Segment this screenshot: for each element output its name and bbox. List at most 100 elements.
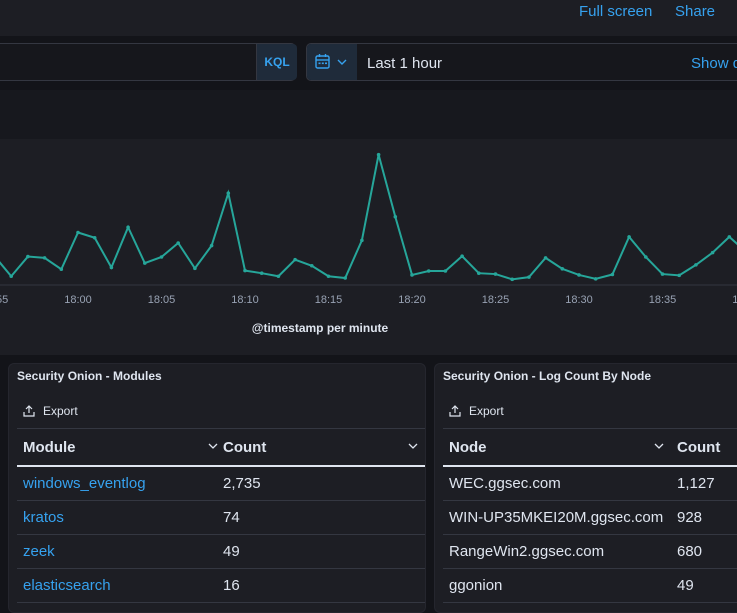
panel-title: Security Onion - Log Count By Node bbox=[443, 369, 651, 383]
x-axis-title: @timestamp per minute bbox=[251, 321, 389, 335]
export-button[interactable]: Export bbox=[23, 404, 78, 418]
export-label: Export bbox=[43, 404, 78, 418]
table-row: ggonion 49 bbox=[443, 568, 737, 603]
export-icon bbox=[449, 405, 461, 417]
data-point[interactable] bbox=[59, 267, 64, 272]
column-header-node[interactable]: Node bbox=[449, 439, 487, 456]
chevron-down-icon[interactable] bbox=[207, 440, 219, 452]
module-link[interactable]: windows_eventlog bbox=[23, 475, 146, 492]
export-icon bbox=[23, 405, 35, 417]
data-point[interactable] bbox=[677, 273, 681, 278]
data-point[interactable] bbox=[143, 261, 147, 265]
table-row: elasticsearch 16 bbox=[17, 568, 425, 603]
data-point[interactable] bbox=[460, 254, 464, 258]
full-screen-link[interactable]: Full screen bbox=[579, 3, 652, 20]
data-point[interactable] bbox=[710, 250, 715, 255]
module-link[interactable]: kratos bbox=[23, 509, 64, 526]
table-row: RangeWin2.ggsec.com 680 bbox=[443, 534, 737, 569]
count-cell: 74 bbox=[223, 509, 240, 526]
table-row: WIN-UP35MKEI20M.ggsec.com 928 bbox=[443, 500, 737, 535]
data-point[interactable] bbox=[159, 255, 164, 259]
series-line bbox=[0, 154, 737, 281]
data-point[interactable] bbox=[243, 268, 247, 273]
module-link[interactable]: elasticsearch bbox=[23, 577, 111, 594]
data-point[interactable] bbox=[276, 274, 281, 279]
data-point[interactable] bbox=[443, 269, 448, 273]
data-point[interactable] bbox=[193, 266, 197, 271]
count-cell: 2,735 bbox=[223, 475, 261, 492]
data-point[interactable] bbox=[660, 272, 665, 276]
data-point[interactable] bbox=[76, 230, 80, 235]
x-tick-label: 18:35 bbox=[649, 294, 677, 306]
data-point[interactable] bbox=[26, 254, 30, 259]
node-name-cell: RangeWin2.ggsec.com bbox=[449, 543, 605, 560]
data-point[interactable] bbox=[610, 272, 615, 277]
data-point[interactable] bbox=[176, 241, 180, 245]
data-point[interactable] bbox=[694, 263, 698, 267]
table-row: WEC.ggsec.com 1,127 bbox=[443, 466, 737, 501]
data-point[interactable] bbox=[360, 238, 364, 243]
data-point[interactable] bbox=[543, 256, 548, 260]
data-point[interactable] bbox=[410, 273, 414, 277]
date-quick-menu-button[interactable] bbox=[307, 44, 357, 80]
data-point[interactable] bbox=[493, 272, 498, 276]
kql-button[interactable]: KQL bbox=[256, 44, 297, 80]
table-header: Module Count bbox=[17, 428, 425, 467]
search-input[interactable] bbox=[0, 43, 296, 81]
data-point[interactable] bbox=[527, 275, 531, 279]
export-label: Export bbox=[469, 404, 504, 418]
data-point[interactable] bbox=[560, 267, 565, 271]
data-point[interactable] bbox=[343, 276, 348, 280]
data-point[interactable] bbox=[727, 235, 732, 239]
data-point[interactable] bbox=[209, 243, 214, 248]
export-button[interactable]: Export bbox=[449, 404, 504, 418]
data-point[interactable] bbox=[293, 257, 297, 262]
data-point[interactable] bbox=[326, 274, 331, 279]
column-header-module[interactable]: Module bbox=[23, 439, 76, 456]
show-dates-link[interactable]: Show dates bbox=[691, 55, 737, 72]
count-cell: 680 bbox=[677, 543, 703, 560]
calendar-icon bbox=[315, 54, 347, 69]
module-link[interactable]: zeek bbox=[23, 543, 55, 560]
data-point[interactable] bbox=[92, 235, 97, 240]
x-tick-label: 18:30 bbox=[565, 294, 593, 306]
chevron-down-icon[interactable] bbox=[407, 440, 419, 452]
column-header-count[interactable]: Count bbox=[677, 439, 720, 456]
x-tick-label: 18:25 bbox=[482, 294, 510, 306]
table-row: zeek 49 bbox=[17, 534, 425, 569]
data-point[interactable] bbox=[226, 191, 231, 195]
data-point[interactable] bbox=[593, 277, 598, 281]
data-point[interactable] bbox=[126, 225, 130, 230]
date-range-label[interactable]: Last 1 hour bbox=[367, 55, 442, 72]
data-point[interactable] bbox=[644, 255, 648, 259]
data-point[interactable] bbox=[577, 273, 581, 277]
chevron-down-icon[interactable] bbox=[653, 440, 665, 452]
x-tick-label: 18:40 bbox=[732, 294, 737, 306]
data-point[interactable] bbox=[310, 263, 314, 268]
share-link[interactable]: Share bbox=[675, 3, 715, 20]
data-point[interactable] bbox=[109, 265, 114, 270]
data-point[interactable] bbox=[9, 274, 13, 279]
data-point[interactable] bbox=[393, 214, 398, 219]
x-tick-label: 17:55 bbox=[0, 294, 8, 306]
count-cell: 49 bbox=[677, 577, 694, 594]
data-point[interactable] bbox=[627, 235, 631, 239]
log-count-by-node-panel: Security Onion - Log Count By Node Expor… bbox=[434, 363, 737, 613]
x-tick-label: 18:20 bbox=[398, 294, 426, 306]
data-point[interactable] bbox=[42, 256, 47, 260]
count-cell: 1,127 bbox=[677, 475, 715, 492]
column-header-count[interactable]: Count bbox=[223, 439, 266, 456]
node-name-cell: ggonion bbox=[449, 577, 503, 594]
node-name-cell: WEC.ggsec.com bbox=[449, 475, 561, 492]
panel-title: Security Onion - Modules bbox=[17, 369, 162, 383]
data-point[interactable] bbox=[259, 271, 264, 275]
data-point[interactable] bbox=[477, 271, 481, 275]
data-point[interactable] bbox=[376, 152, 381, 157]
data-point[interactable] bbox=[510, 277, 514, 282]
data-point[interactable] bbox=[426, 269, 431, 273]
table-row: kratos 74 bbox=[17, 500, 425, 535]
x-tick-label: 18:15 bbox=[315, 294, 343, 306]
chevron-down-icon bbox=[337, 59, 347, 65]
table-row: windows_eventlog 2,735 bbox=[17, 466, 425, 501]
x-tick-label: 18:00 bbox=[64, 294, 92, 306]
